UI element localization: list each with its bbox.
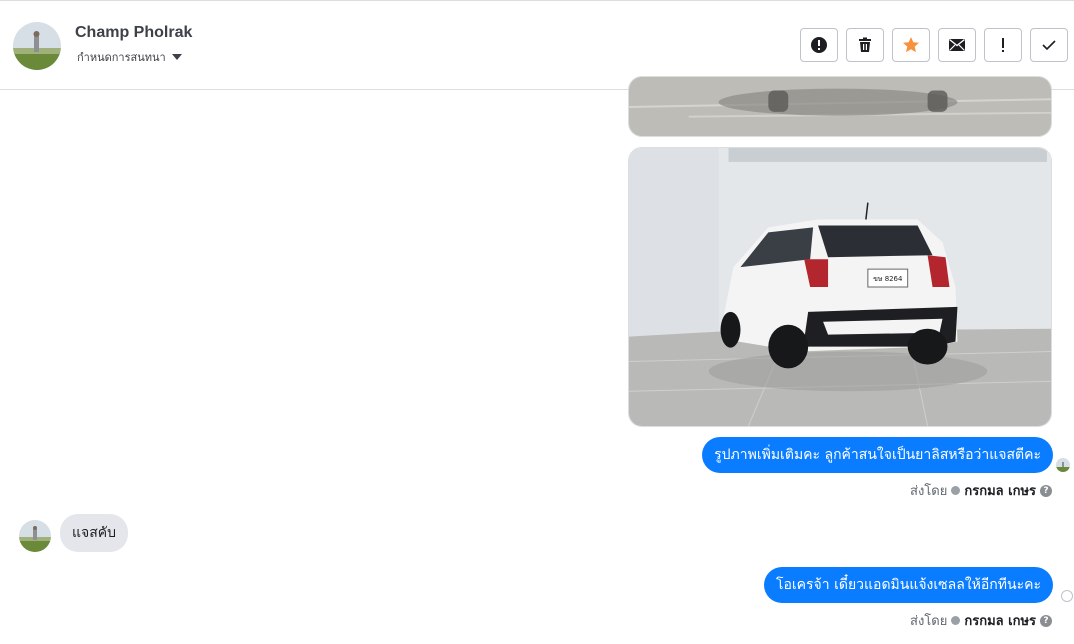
star-button[interactable] bbox=[892, 28, 930, 62]
customer-avatar[interactable] bbox=[19, 520, 51, 552]
agent-status-icon bbox=[951, 486, 961, 495]
sent-by-agent[interactable]: กรกมล เกษร bbox=[964, 480, 1036, 501]
mark-unread-button[interactable] bbox=[938, 28, 976, 62]
outgoing-message-bubble[interactable]: รูปภาพเพิ่มเติมคะ ลูกค้าสนใจเป็นยาลิสหรื… bbox=[702, 437, 1053, 473]
message-photo[interactable] bbox=[628, 76, 1052, 137]
help-icon[interactable]: ? bbox=[1040, 484, 1052, 497]
message-photo-car[interactable]: ขษ 8264 bbox=[628, 147, 1052, 427]
sent-by-line: ส่งโดย กรกมล เกษร ? bbox=[910, 480, 1052, 501]
star-icon bbox=[903, 37, 919, 53]
sent-check-icon bbox=[1061, 590, 1073, 602]
sent-by-prefix: ส่งโดย bbox=[910, 484, 948, 499]
envelope-icon bbox=[949, 38, 965, 51]
sent-by-agent[interactable]: กรกมล เกษร bbox=[964, 610, 1036, 631]
header-toolbar bbox=[800, 28, 1068, 62]
report-spam-button[interactable] bbox=[800, 28, 838, 62]
trash-icon bbox=[859, 37, 871, 52]
read-receipt-avatar bbox=[1056, 458, 1070, 472]
check-icon bbox=[1042, 40, 1056, 51]
delete-button[interactable] bbox=[846, 28, 884, 62]
exclamation-icon bbox=[1002, 38, 1004, 52]
agent-status-icon bbox=[951, 616, 961, 625]
alert-circle-icon bbox=[811, 37, 827, 53]
outgoing-message-bubble[interactable]: โอเครจ้า เดี๋ยวแอดมินแจ้งเซลลให้อีกทีนะค… bbox=[763, 567, 1053, 603]
sent-by-prefix: ส่งโดย bbox=[910, 614, 948, 629]
incoming-message-bubble[interactable]: แจสคับ bbox=[60, 514, 129, 552]
conversation-label: กำหนดการสนทนา bbox=[77, 51, 166, 64]
follow-up-button[interactable] bbox=[984, 28, 1022, 62]
mark-done-button[interactable] bbox=[1030, 28, 1068, 62]
caret-down-icon bbox=[171, 54, 182, 60]
sent-by-line: ส่งโดย กรกมล เกษร ? bbox=[910, 610, 1052, 631]
license-plate-text: ขษ 8264 bbox=[873, 275, 903, 283]
contact-avatar[interactable] bbox=[13, 22, 61, 70]
help-icon[interactable]: ? bbox=[1040, 614, 1052, 627]
conversation-label-dropdown[interactable]: กำหนดการสนทนา bbox=[77, 48, 182, 66]
contact-name[interactable]: Champ Pholrak bbox=[75, 24, 192, 42]
